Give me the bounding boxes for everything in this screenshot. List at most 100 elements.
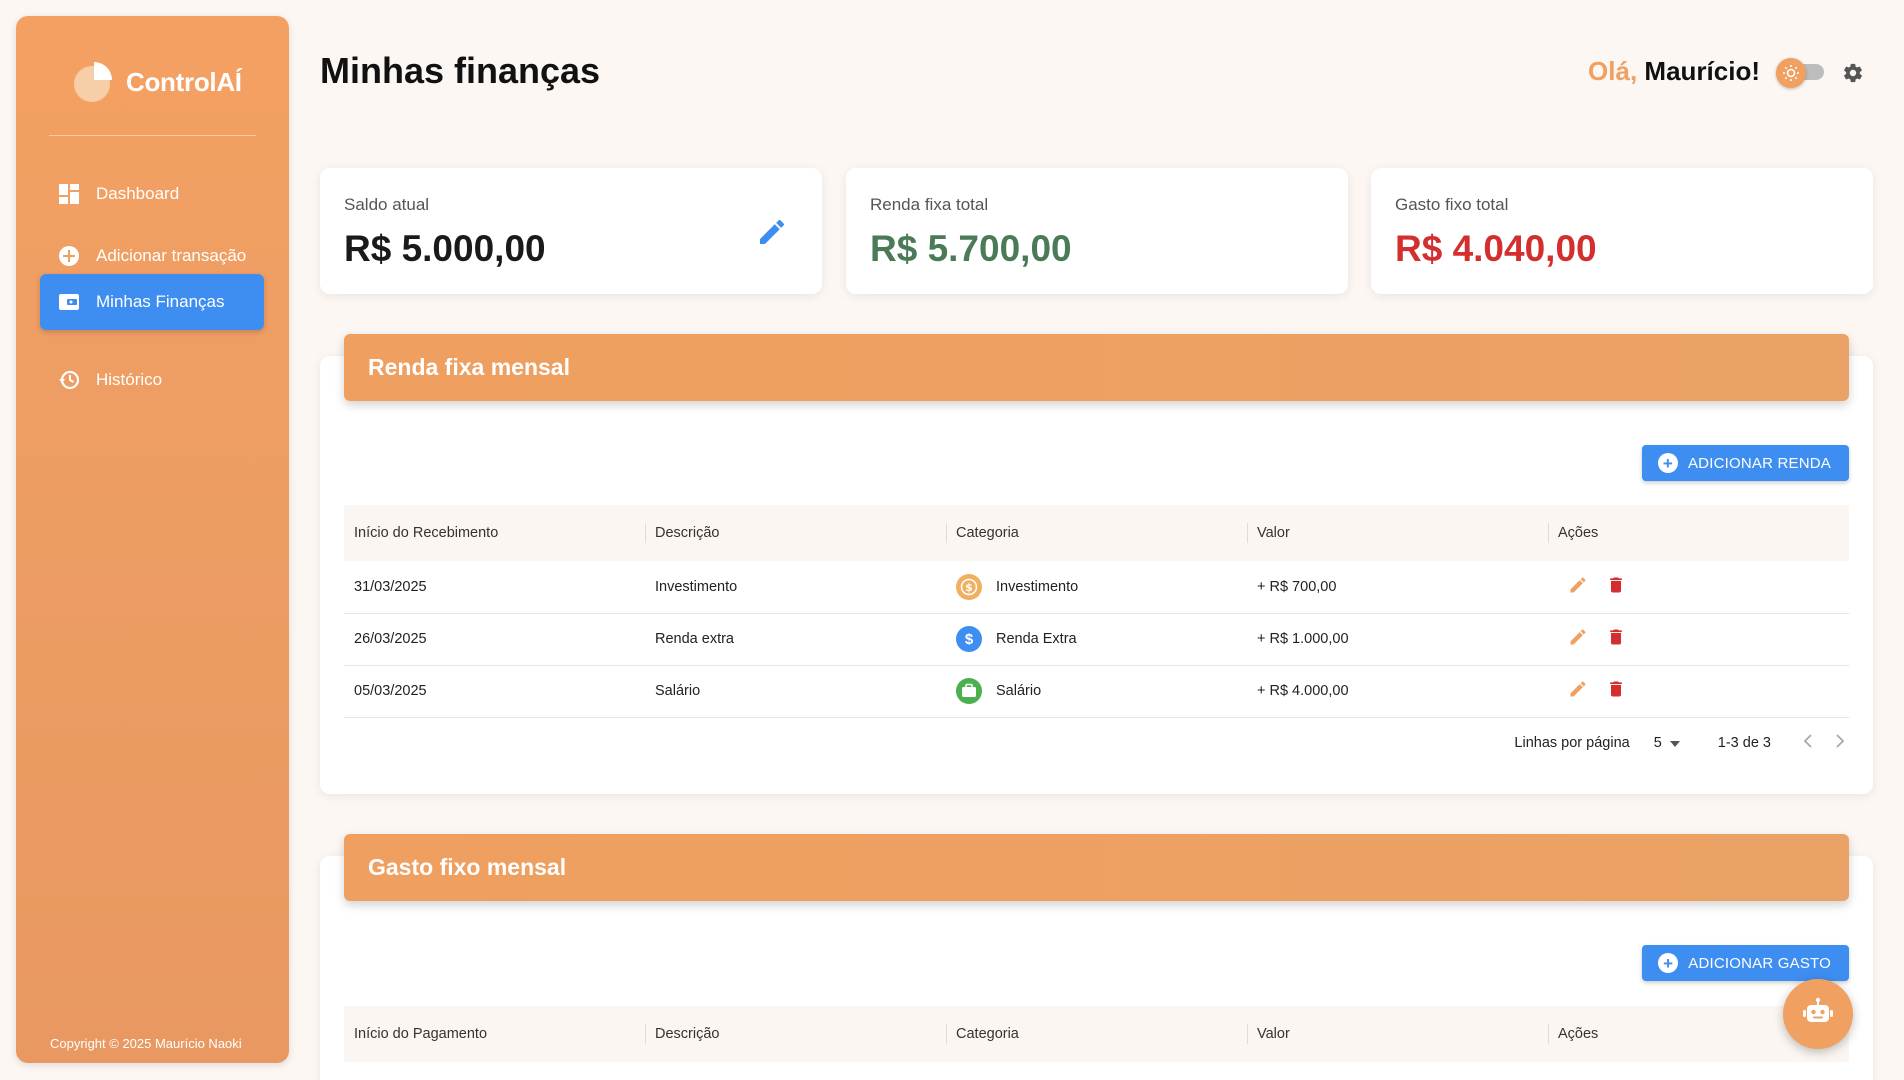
card-label: Saldo atual xyxy=(344,195,430,214)
svg-text:$: $ xyxy=(965,581,973,594)
sidebar-item-history[interactable]: Histórico xyxy=(40,352,264,408)
column-header[interactable]: Início do Recebimento xyxy=(344,505,645,561)
logo-icon xyxy=(74,62,112,102)
sidebar-item-my-finances[interactable]: Minhas Finanças xyxy=(40,274,264,330)
edit-balance-pencil-icon[interactable] xyxy=(756,216,788,253)
expense-table: Início do Pagamento Descrição Categoria … xyxy=(344,1006,1849,1062)
actions-cell xyxy=(1548,613,1849,665)
value-cell: + R$ 700,00 xyxy=(1257,578,1337,595)
history-icon xyxy=(58,369,80,391)
chatbot-button[interactable] xyxy=(1783,979,1853,1049)
button-label: ADICIONAR GASTO xyxy=(1688,954,1831,972)
category-label: Renda Extra xyxy=(996,631,1077,647)
sidebar-item-label: Histórico xyxy=(96,370,163,389)
settings-gear-icon[interactable] xyxy=(1840,60,1866,86)
add-income-button[interactable]: + ADICIONAR RENDA xyxy=(1641,445,1849,481)
description-cell: Investimento xyxy=(655,578,738,595)
greeting-prefix: Olá, xyxy=(1588,56,1638,86)
category-label: Salário xyxy=(996,683,1042,699)
sidebar-item-label: Dashboard xyxy=(96,184,180,203)
card-value: R$ 5.000,00 xyxy=(344,228,546,269)
rows-per-page-label: Linhas por página xyxy=(1514,735,1630,751)
sidebar-divider xyxy=(49,135,256,136)
sidebar-item-label: Adicionar transação xyxy=(96,246,247,265)
income-table: Início do Recebimento Descrição Categori… xyxy=(344,505,1849,718)
dollar-icon: $ xyxy=(956,626,982,652)
category-cell: Salário xyxy=(946,665,1247,717)
expense-section-header: Gasto fixo mensal xyxy=(344,834,1849,901)
date-cell: 05/03/2025 xyxy=(354,683,427,699)
column-header[interactable]: Descrição xyxy=(645,505,946,561)
next-page-icon[interactable] xyxy=(1835,734,1845,752)
value-cell: + R$ 4.000,00 xyxy=(1257,683,1349,699)
income-section-header: Renda fixa mensal xyxy=(344,334,1849,401)
expense-section: Gasto fixo mensal + ADICIONAR GASTO Iníc… xyxy=(320,834,1873,1080)
edit-pencil-icon[interactable] xyxy=(1568,575,1588,599)
fixed-expense-card: Gasto fixo total R$ 4.040,00 xyxy=(1371,168,1873,294)
table-header-row: Início do Recebimento Descrição Categori… xyxy=(344,505,1849,561)
wallet-icon xyxy=(58,291,80,313)
table-row: 26/03/2025 Renda extra $ Renda Extra + R… xyxy=(344,613,1849,665)
rows-per-page-select[interactable]: 5 xyxy=(1654,735,1680,751)
plus-icon: + xyxy=(1658,953,1679,973)
category-cell: $ Investimento xyxy=(946,561,1247,613)
edit-pencil-icon[interactable] xyxy=(1568,679,1588,703)
coin-icon: $ xyxy=(956,573,982,600)
greeting-name: Maurício! xyxy=(1644,56,1760,86)
column-header: Ações xyxy=(1548,505,1849,561)
delete-trash-icon[interactable] xyxy=(1606,627,1626,651)
delete-trash-icon[interactable] xyxy=(1606,679,1626,703)
actions-cell xyxy=(1548,665,1849,717)
fixed-income-card: Renda fixa total R$ 5.700,00 xyxy=(846,168,1348,294)
button-label: ADICIONAR RENDA xyxy=(1687,454,1831,472)
actions-cell xyxy=(1548,561,1849,613)
category-cell: $ Renda Extra xyxy=(946,613,1247,665)
description-cell: Salário xyxy=(655,683,701,699)
column-header[interactable]: Valor xyxy=(1247,1006,1548,1062)
column-header[interactable]: Valor xyxy=(1247,505,1548,561)
card-value: R$ 4.040,00 xyxy=(1395,228,1597,269)
plus-icon: + xyxy=(1657,453,1678,473)
balance-card: Saldo atual R$ 5.000,00 xyxy=(320,168,822,294)
section-title: Renda fixa mensal xyxy=(368,354,570,380)
card-value: R$ 5.700,00 xyxy=(870,228,1072,269)
column-header[interactable]: Descrição xyxy=(645,1006,946,1062)
table-pagination: Linhas por página 5 1-3 de 3 xyxy=(1514,734,1845,752)
sidebar: ControlAÍ Dashboard Adicionar transação … xyxy=(16,16,289,1063)
table-row: 05/03/2025 Salário Salário + R$ 4.000,00 xyxy=(344,665,1849,717)
value-cell: + R$ 1.000,00 xyxy=(1257,631,1349,647)
table-row: 31/03/2025 Investimento $ Investimento +… xyxy=(344,561,1849,613)
edit-pencil-icon[interactable] xyxy=(1568,627,1588,651)
description-cell: Renda extra xyxy=(655,631,734,647)
column-header[interactable]: Categoria xyxy=(946,505,1247,561)
column-header[interactable]: Categoria xyxy=(946,1006,1247,1062)
card-label: Renda fixa total xyxy=(870,195,989,214)
section-title: Gasto fixo mensal xyxy=(368,854,567,880)
dashboard-icon xyxy=(58,183,80,205)
caret-down-icon xyxy=(1669,735,1680,751)
copyright: Copyright © 2025 Maurício Naoki xyxy=(50,1036,242,1051)
column-header[interactable]: Início do Pagamento xyxy=(344,1006,645,1062)
robot-icon xyxy=(1801,995,1835,1034)
category-label: Investimento xyxy=(996,578,1079,595)
pagination-range: 1-3 de 3 xyxy=(1717,735,1771,751)
sidebar-item-label: Minhas Finanças xyxy=(96,292,225,311)
delete-trash-icon[interactable] xyxy=(1606,575,1626,599)
briefcase-icon xyxy=(956,678,982,704)
page-title: Minhas finanças xyxy=(320,50,601,91)
theme-toggle[interactable] xyxy=(1776,56,1826,88)
income-section: Renda fixa mensal + ADICIONAR RENDA Iníc… xyxy=(320,334,1873,794)
previous-page-icon[interactable] xyxy=(1803,734,1813,752)
add-expense-button[interactable]: + ADICIONAR GASTO xyxy=(1642,945,1849,981)
table-header-row: Início do Pagamento Descrição Categoria … xyxy=(344,1006,1849,1062)
app-name: ControlAÍ xyxy=(126,66,242,97)
user-greeting: Olá, Maurício! xyxy=(1588,56,1760,87)
rows-per-page-value: 5 xyxy=(1653,735,1662,751)
add-circle-icon xyxy=(58,245,80,267)
app-logo[interactable]: ControlAÍ xyxy=(72,52,242,112)
date-cell: 26/03/2025 xyxy=(354,631,427,647)
card-label: Gasto fixo total xyxy=(1395,195,1509,214)
date-cell: 31/03/2025 xyxy=(354,578,427,595)
sun-icon xyxy=(1776,58,1806,88)
sidebar-item-dashboard[interactable]: Dashboard xyxy=(40,166,264,222)
